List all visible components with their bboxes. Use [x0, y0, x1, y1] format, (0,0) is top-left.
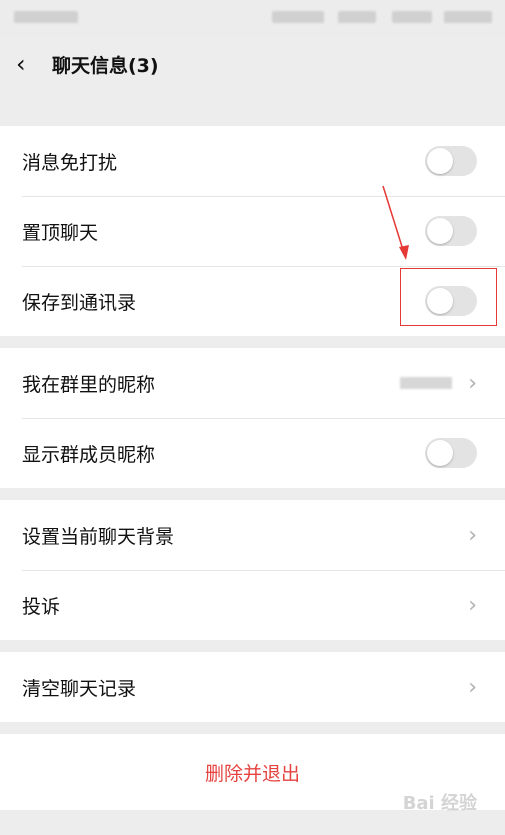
status-icons-blurred [272, 11, 324, 23]
toggle-knob [427, 148, 453, 174]
baidu-jingyan-watermark: Bai 经验 [402, 793, 477, 814]
page-title: 聊天信息(3) [52, 54, 159, 77]
setting-label: 消息免打扰 [22, 151, 118, 174]
setting-clear-history[interactable]: 清空聊天记录 › [0, 652, 505, 722]
setting-complain[interactable]: 投诉 › [0, 570, 505, 640]
status-time-blurred [14, 11, 78, 23]
nav-bar: ‹ 聊天信息(3) [0, 38, 505, 90]
setting-my-group-nickname[interactable]: 我在群里的昵称 › [0, 348, 505, 418]
chevron-left-icon[interactable]: ‹ [16, 52, 44, 76]
show-nicknames-toggle[interactable] [425, 438, 477, 468]
chevron-right-icon: › [468, 370, 477, 396]
setting-label: 清空聊天记录 [22, 677, 137, 700]
delete-and-exit-button[interactable]: 删除并退出 [205, 759, 300, 786]
status-bar [0, 0, 505, 38]
setting-pin-chat[interactable]: 置顶聊天 [0, 196, 505, 266]
chevron-right-icon: › [468, 674, 477, 700]
status-icons-blurred [444, 11, 492, 23]
setting-label: 我在群里的昵称 [22, 373, 156, 396]
status-icons-blurred [392, 11, 432, 23]
setting-label: 保存到通讯录 [22, 291, 137, 314]
toggle-knob [427, 440, 453, 466]
setting-label: 置顶聊天 [22, 221, 99, 244]
chevron-right-icon: › [468, 592, 477, 618]
settings-group-history: 清空聊天记录 › [0, 652, 505, 722]
setting-show-member-nicknames[interactable]: 显示群成员昵称 [0, 418, 505, 488]
setting-label: 投诉 [22, 595, 61, 618]
annotation-highlight-box [400, 268, 497, 326]
nickname-value-blurred [400, 377, 453, 389]
toggle-knob [427, 218, 453, 244]
setting-mute-notifications[interactable]: 消息免打扰 [0, 126, 505, 196]
status-icons-blurred [338, 11, 376, 23]
mute-toggle[interactable] [425, 146, 477, 176]
setting-label: 设置当前聊天背景 [22, 525, 175, 548]
settings-group-nickname: 我在群里的昵称 › 显示群成员昵称 [0, 348, 505, 488]
settings-group-misc: 设置当前聊天背景 › 投诉 › [0, 500, 505, 640]
chevron-right-icon: › [468, 522, 477, 548]
setting-label: 显示群成员昵称 [22, 443, 156, 466]
pin-toggle[interactable] [425, 216, 477, 246]
setting-chat-background[interactable]: 设置当前聊天背景 › [0, 500, 505, 570]
